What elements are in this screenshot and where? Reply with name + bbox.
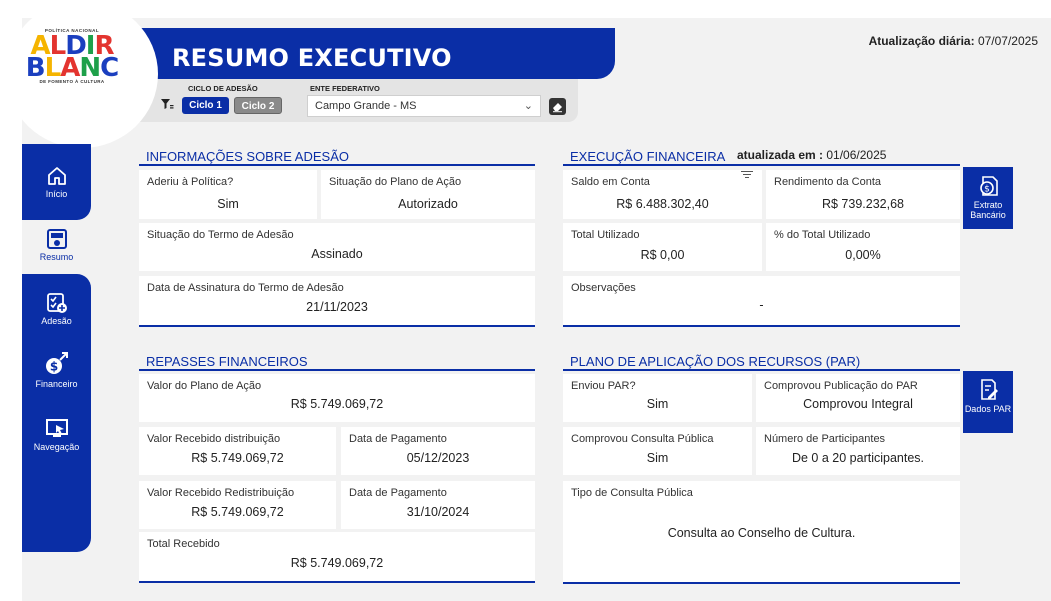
home-icon bbox=[47, 167, 66, 185]
eraser-icon bbox=[553, 103, 562, 113]
repasses-section-title: REPASSES FINANCEIROS bbox=[146, 354, 308, 369]
daily-update: Atualização diária: 07/07/2025 bbox=[868, 34, 1038, 48]
entity-label: ENTE FEDERATIVO bbox=[310, 84, 380, 93]
card-valor-plano: Valor do Plano de Ação R$ 5.749.069,72 bbox=[139, 374, 535, 422]
card-comprovou-consulta: Comprovou Consulta Pública Sim bbox=[563, 427, 752, 475]
card-total-recebido: Total Recebido R$ 5.749.069,72 bbox=[139, 532, 535, 583]
chevron-down-icon: ⌄ bbox=[523, 100, 533, 112]
execucao-section-line bbox=[563, 164, 960, 166]
card-rendimento: Rendimento da Conta R$ 739.232,68 bbox=[766, 170, 960, 219]
dados-par-button[interactable]: Dados PAR bbox=[963, 371, 1013, 433]
nav-navegacao[interactable]: Navegação bbox=[22, 418, 91, 452]
card-total-utilizado: Total Utilizado R$ 0,00 bbox=[563, 223, 762, 271]
nav-resumo[interactable]: Resumo bbox=[22, 228, 91, 262]
svg-text:$: $ bbox=[984, 185, 990, 195]
card-comprovou-publicacao: Comprovou Publicação do PAR Comprovou In… bbox=[756, 374, 960, 422]
money-document-icon: $ bbox=[980, 176, 998, 196]
card-pct-utilizado: % do Total Utilizado 0,00% bbox=[766, 223, 960, 271]
clear-filters-button[interactable] bbox=[549, 98, 566, 115]
logo-badge: POLÍTICA NACIONAL ALDIR BLANC DE FOMENTO… bbox=[22, 18, 158, 148]
filter-icon[interactable] bbox=[160, 97, 174, 111]
card-data-pagamento-1: Data de Pagamento 05/12/2023 bbox=[341, 427, 535, 475]
card-saldo: Saldo em Conta R$ 6.488.302,40 bbox=[563, 170, 762, 219]
monitor-cursor-icon bbox=[45, 419, 68, 437]
card-situacao-plano: Situação do Plano de Ação Autorizado bbox=[321, 170, 535, 219]
card-aderiu: Aderiu à Política? Sim bbox=[139, 170, 317, 219]
page-title: RESUMO EXECUTIVO bbox=[172, 44, 452, 72]
card-recebido-distribuicao: Valor Recebido distribuição R$ 5.749.069… bbox=[139, 427, 336, 475]
card-data-pagamento-2: Data de Pagamento 31/10/2024 bbox=[341, 481, 535, 529]
card-enviou-par: Enviou PAR? Sim bbox=[563, 374, 752, 422]
dashboard-icon bbox=[46, 229, 67, 249]
par-section-line bbox=[563, 369, 960, 371]
nav-financeiro[interactable]: $ Financeiro bbox=[22, 351, 91, 389]
execucao-section-title: EXECUÇÃO FINANCEIRA bbox=[570, 149, 726, 164]
adesao-section-line bbox=[139, 164, 535, 166]
adesao-section-title: INFORMAÇÕES SOBRE ADESÃO bbox=[146, 149, 349, 164]
sort-icon[interactable] bbox=[741, 171, 753, 179]
checklist-add-icon bbox=[46, 293, 67, 313]
edit-document-icon bbox=[981, 379, 998, 400]
card-recebido-redistribuicao: Valor Recebido Redistribuição R$ 5.749.0… bbox=[139, 481, 336, 529]
cycle-chip-1[interactable]: Ciclo 1 bbox=[182, 97, 229, 114]
entity-select-value: Campo Grande - MS bbox=[315, 100, 417, 112]
svg-text:$: $ bbox=[49, 360, 57, 374]
nav-inicio[interactable]: Início bbox=[22, 165, 91, 199]
nav-adesao[interactable]: Adesão bbox=[22, 292, 91, 326]
card-situacao-termo: Situação do Termo de Adesão Assinado bbox=[139, 223, 535, 271]
execucao-updated: atualizada em : 01/06/2025 bbox=[737, 148, 887, 162]
extrato-bancario-button[interactable]: $ Extrato Bancário bbox=[963, 167, 1013, 229]
report-canvas: RESUMO EXECUTIVO CICLO DE ADESÃO Ciclo 1… bbox=[22, 18, 1051, 601]
cycle-chip-2[interactable]: Ciclo 2 bbox=[234, 97, 282, 114]
par-section-title: PLANO DE APLICAÇÃO DOS RECURSOS (PAR) bbox=[570, 354, 861, 369]
card-tipo-consulta: Tipo de Consulta Pública Consulta ao Con… bbox=[563, 481, 960, 584]
logo-line2: BLANC bbox=[25, 53, 119, 83]
repasses-section-line bbox=[139, 369, 535, 371]
aldir-blanc-logo: POLÍTICA NACIONAL ALDIR BLANC DE FOMENTO… bbox=[22, 28, 122, 84]
card-observacoes: Observações - bbox=[563, 276, 960, 327]
money-growth-icon: $ bbox=[45, 352, 68, 374]
cycle-label: CICLO DE ADESÃO bbox=[188, 84, 258, 93]
card-data-assinatura: Data de Assinatura do Termo de Adesão 21… bbox=[139, 276, 535, 327]
entity-select[interactable]: Campo Grande - MS ⌄ bbox=[307, 95, 541, 117]
card-participantes: Número de Participantes De 0 a 20 partic… bbox=[756, 427, 960, 475]
